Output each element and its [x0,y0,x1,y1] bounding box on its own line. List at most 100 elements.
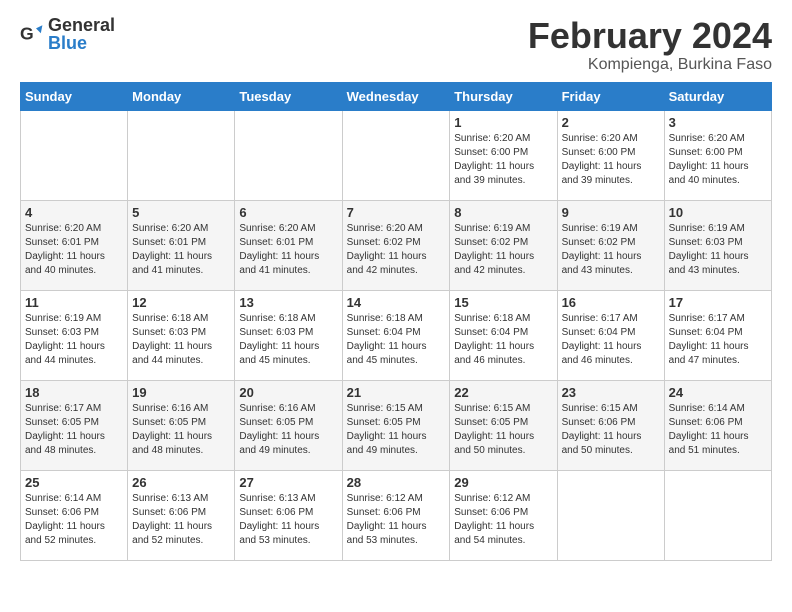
day-info: Sunrise: 6:19 AM Sunset: 6:03 PM Dayligh… [669,222,767,278]
calendar-table: SundayMondayTuesdayWednesdayThursdayFrid… [20,82,772,561]
day-number: 6 [239,205,337,220]
day-info: Sunrise: 6:13 AM Sunset: 6:06 PM Dayligh… [239,492,337,548]
calendar-cell: 28 Sunrise: 6:12 AM Sunset: 6:06 PM Dayli… [342,470,450,560]
logo-text-general: General [48,16,115,34]
page-title: February 2024 [528,16,772,56]
calendar-cell: 29Sunrise: 6:12 AM Sunset: 6:06 PM Dayli… [450,470,557,560]
day-number: 18 [25,385,123,400]
day-info: Sunrise: 6:15 AM Sunset: 6:05 PM Dayligh… [347,402,446,458]
calendar-cell: 1 Sunrise: 6:20 AM Sunset: 6:00 PM Daylig… [450,110,557,200]
calendar-cell: 21 Sunrise: 6:15 AM Sunset: 6:05 PM Dayli… [342,380,450,470]
week-row-5: 25 Sunrise: 6:14 AM Sunset: 6:06 PM Dayli… [21,470,772,560]
calendar-cell: 6 Sunrise: 6:20 AM Sunset: 6:01 PM Daylig… [235,200,342,290]
day-info: Sunrise: 6:17 AM Sunset: 6:04 PM Dayligh… [669,312,767,368]
day-info: Sunrise: 6:20 AM Sunset: 6:01 PM Dayligh… [239,222,337,278]
calendar-cell: 26 Sunrise: 6:13 AM Sunset: 6:06 PM Dayli… [128,470,235,560]
day-info: Sunrise: 6:20 AM Sunset: 6:00 PM Dayligh… [562,132,660,188]
week-row-3: 11 Sunrise: 6:19 AM Sunset: 6:03 PM Dayli… [21,290,772,380]
calendar-cell: 19 Sunrise: 6:16 AM Sunset: 6:05 PM Dayli… [128,380,235,470]
calendar-cell: 23Sunrise: 6:15 AM Sunset: 6:06 PM Dayli… [557,380,664,470]
logo-icon: G [20,22,44,46]
day-info: Sunrise: 6:17 AM Sunset: 6:05 PM Dayligh… [25,402,123,458]
svg-text:G: G [20,24,34,44]
calendar-cell [128,110,235,200]
day-number: 8 [454,205,552,220]
day-number: 22 [454,385,552,400]
day-number: 23 [562,385,660,400]
col-header-monday: Monday [128,82,235,110]
calendar-cell: 15 Sunrise: 6:18 AM Sunset: 6:04 PM Dayli… [450,290,557,380]
calendar-cell: 14Sunrise: 6:18 AM Sunset: 6:04 PM Dayli… [342,290,450,380]
logo-text-blue: Blue [48,34,115,52]
col-header-wednesday: Wednesday [342,82,450,110]
day-number: 1 [454,115,552,130]
day-number: 20 [239,385,337,400]
calendar-cell: 11 Sunrise: 6:19 AM Sunset: 6:03 PM Dayli… [21,290,128,380]
day-number: 17 [669,295,767,310]
day-number: 21 [347,385,446,400]
calendar-cell [21,110,128,200]
day-number: 14 [347,295,446,310]
day-number: 24 [669,385,767,400]
day-number: 5 [132,205,230,220]
day-number: 3 [669,115,767,130]
day-info: Sunrise: 6:18 AM Sunset: 6:03 PM Dayligh… [132,312,230,368]
calendar-cell: 7Sunrise: 6:20 AM Sunset: 6:02 PM Daylig… [342,200,450,290]
calendar-cell: 22 Sunrise: 6:15 AM Sunset: 6:05 PM Dayli… [450,380,557,470]
week-row-1: 1 Sunrise: 6:20 AM Sunset: 6:00 PM Daylig… [21,110,772,200]
col-header-saturday: Saturday [664,82,771,110]
calendar-cell: 13Sunrise: 6:18 AM Sunset: 6:03 PM Dayli… [235,290,342,380]
day-info: Sunrise: 6:19 AM Sunset: 6:03 PM Dayligh… [25,312,123,368]
day-info: Sunrise: 6:15 AM Sunset: 6:05 PM Dayligh… [454,402,552,458]
day-info: Sunrise: 6:14 AM Sunset: 6:06 PM Dayligh… [25,492,123,548]
calendar-cell [342,110,450,200]
page-header: G General Blue February 2024 Kompienga, … [20,16,772,74]
week-row-2: 4 Sunrise: 6:20 AM Sunset: 6:01 PM Daylig… [21,200,772,290]
calendar-cell: 8 Sunrise: 6:19 AM Sunset: 6:02 PM Daylig… [450,200,557,290]
day-number: 26 [132,475,230,490]
day-number: 25 [25,475,123,490]
day-number: 12 [132,295,230,310]
day-number: 2 [562,115,660,130]
calendar-cell: 24 Sunrise: 6:14 AM Sunset: 6:06 PM Dayli… [664,380,771,470]
day-info: Sunrise: 6:14 AM Sunset: 6:06 PM Dayligh… [669,402,767,458]
calendar-cell: 9Sunrise: 6:19 AM Sunset: 6:02 PM Daylig… [557,200,664,290]
day-info: Sunrise: 6:16 AM Sunset: 6:05 PM Dayligh… [239,402,337,458]
calendar-cell [235,110,342,200]
day-number: 28 [347,475,446,490]
day-number: 16 [562,295,660,310]
calendar-cell: 2 Sunrise: 6:20 AM Sunset: 6:00 PM Daylig… [557,110,664,200]
week-row-4: 18 Sunrise: 6:17 AM Sunset: 6:05 PM Dayli… [21,380,772,470]
calendar-header: SundayMondayTuesdayWednesdayThursdayFrid… [21,82,772,110]
calendar-cell: 20 Sunrise: 6:16 AM Sunset: 6:05 PM Dayli… [235,380,342,470]
day-info: Sunrise: 6:20 AM Sunset: 6:00 PM Dayligh… [454,132,552,188]
calendar-cell: 3 Sunrise: 6:20 AM Sunset: 6:00 PM Daylig… [664,110,771,200]
calendar-cell [557,470,664,560]
day-number: 15 [454,295,552,310]
calendar-cell: 16Sunrise: 6:17 AM Sunset: 6:04 PM Dayli… [557,290,664,380]
day-info: Sunrise: 6:16 AM Sunset: 6:05 PM Dayligh… [132,402,230,458]
day-number: 10 [669,205,767,220]
day-info: Sunrise: 6:18 AM Sunset: 6:04 PM Dayligh… [454,312,552,368]
col-header-thursday: Thursday [450,82,557,110]
day-info: Sunrise: 6:20 AM Sunset: 6:00 PM Dayligh… [669,132,767,188]
day-info: Sunrise: 6:19 AM Sunset: 6:02 PM Dayligh… [454,222,552,278]
day-info: Sunrise: 6:13 AM Sunset: 6:06 PM Dayligh… [132,492,230,548]
day-number: 7 [347,205,446,220]
col-header-friday: Friday [557,82,664,110]
calendar-body: 1 Sunrise: 6:20 AM Sunset: 6:00 PM Daylig… [21,110,772,560]
page-subtitle: Kompienga, Burkina Faso [528,56,772,74]
day-number: 11 [25,295,123,310]
day-info: Sunrise: 6:20 AM Sunset: 6:01 PM Dayligh… [25,222,123,278]
title-area: February 2024 Kompienga, Burkina Faso [528,16,772,74]
calendar-cell: 4 Sunrise: 6:20 AM Sunset: 6:01 PM Daylig… [21,200,128,290]
day-number: 9 [562,205,660,220]
day-info: Sunrise: 6:12 AM Sunset: 6:06 PM Dayligh… [454,492,552,548]
day-number: 4 [25,205,123,220]
day-number: 19 [132,385,230,400]
day-info: Sunrise: 6:20 AM Sunset: 6:01 PM Dayligh… [132,222,230,278]
calendar-cell: 5 Sunrise: 6:20 AM Sunset: 6:01 PM Daylig… [128,200,235,290]
logo: G General Blue [20,16,115,52]
col-header-tuesday: Tuesday [235,82,342,110]
day-info: Sunrise: 6:12 AM Sunset: 6:06 PM Dayligh… [347,492,446,548]
